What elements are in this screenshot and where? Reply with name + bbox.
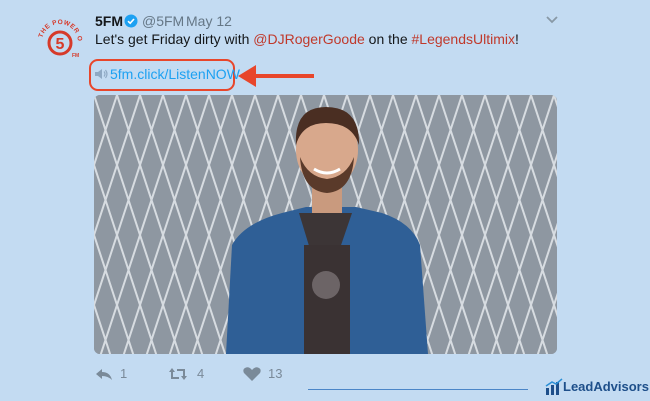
footer-divider — [308, 389, 528, 390]
5fm-logo-graphic: THE POWER OF 5 FM — [32, 7, 83, 59]
bar-chart-icon — [545, 378, 563, 396]
tweet-text-start: Let's get Friday dirty with — [95, 31, 254, 47]
chevron-down-icon[interactable] — [545, 12, 559, 24]
listen-now-link[interactable]: 5fm.click/ListenNOW — [110, 66, 240, 82]
speaker-icon — [94, 67, 108, 81]
tweet-text: Let's get Friday dirty with @DJRogerGood… — [95, 31, 519, 47]
reply-icon[interactable] — [94, 366, 114, 382]
tweet-photo[interactable] — [94, 95, 557, 354]
retweet-icon[interactable] — [168, 366, 188, 382]
tweet-date[interactable]: May 12 — [186, 13, 232, 29]
display-name[interactable]: 5FM — [95, 13, 123, 29]
hashtag-link[interactable]: #LegendsUltimix — [412, 31, 516, 47]
mention-link[interactable]: @DJRogerGoode — [253, 31, 365, 47]
photo-image — [94, 95, 557, 354]
5fm-logo[interactable]: THE POWER OF 5 FM — [32, 7, 86, 64]
retweet-count: 4 — [197, 366, 205, 381]
separator-dot: · — [177, 13, 182, 29]
brand-name: LeadAdvisors — [563, 379, 649, 394]
reply-count: 1 — [120, 366, 128, 381]
tweet-text-end: ! — [515, 31, 519, 47]
heart-icon[interactable] — [242, 366, 262, 382]
like-count: 13 — [268, 366, 283, 381]
tweet-text-middle: on the — [364, 31, 412, 47]
logo-suffix: FM — [72, 53, 79, 59]
annotation-arrow-icon — [236, 62, 316, 90]
verified-badge-icon — [124, 14, 138, 28]
logo-numeral: 5 — [56, 36, 65, 53]
